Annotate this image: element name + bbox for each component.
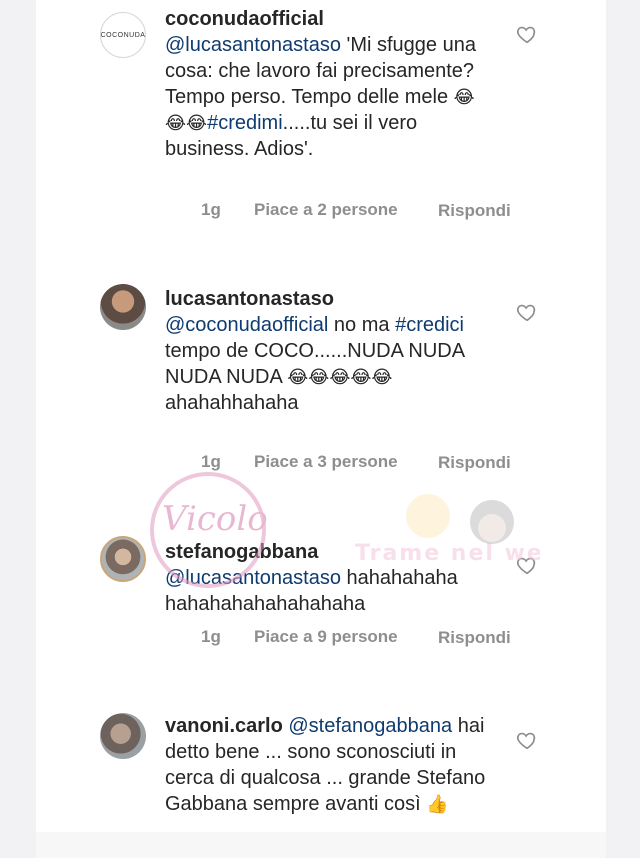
heart-icon[interactable] (516, 23, 538, 45)
likes-count-link[interactable]: Piace a 3 persone (254, 452, 398, 472)
timestamp: 1g (201, 452, 221, 471)
emoji: 😂 (453, 87, 475, 107)
comment-body: vanoni.carlo @stefanogabbana hai detto b… (165, 713, 495, 832)
likes-count-link[interactable]: Piace a 9 persone (254, 627, 398, 647)
reply-button[interactable]: Rispondi (438, 452, 511, 474)
avatar[interactable] (100, 284, 146, 330)
comment-body: stefanogabbana @lucasantonastaso hahahah… (165, 539, 495, 617)
heart-icon[interactable] (516, 301, 538, 323)
mention-link[interactable]: @lucasantonastaso (165, 34, 341, 56)
mention-link[interactable]: @coconudaofficial (165, 314, 328, 336)
comment-body: lucasantonastaso @coconudaofficial no ma… (165, 286, 495, 416)
heart-icon[interactable] (516, 729, 538, 751)
comment-text: ahahahhahaha (165, 392, 299, 414)
heart-icon[interactable] (516, 554, 538, 576)
avatar[interactable] (100, 713, 146, 759)
hashtag-link[interactable]: #credici (395, 314, 464, 336)
likes-count-link[interactable]: Piace a 2 persone (254, 200, 398, 220)
reply-button[interactable]: Rispondi (438, 627, 511, 649)
mention-link[interactable]: @stefanogabbana (288, 715, 452, 737)
mention-link[interactable]: @lucasantonastaso (165, 567, 341, 589)
timestamp: 1g (201, 627, 221, 646)
username-link[interactable]: coconudaofficial (165, 8, 324, 30)
avatar-logo-text: COCONUDA (100, 31, 146, 39)
username-link[interactable]: stefanogabbana (165, 541, 318, 563)
avatar[interactable]: COCONUDA (100, 12, 146, 58)
username-link[interactable]: lucasantonastaso (165, 288, 334, 310)
comment-text: no ma (328, 314, 396, 336)
bottom-bar (36, 832, 606, 858)
timestamp: 1g (201, 200, 221, 219)
emoji: 👍 (426, 794, 449, 814)
emoji: 😂😂😂😂😂 (287, 367, 393, 387)
hashtag-link[interactable]: #credimi (207, 112, 283, 134)
avatar[interactable] (100, 536, 146, 582)
username-link[interactable]: vanoni.carlo (165, 715, 283, 737)
emoji: 😂😂 (165, 113, 208, 133)
reply-button[interactable]: Rispondi (438, 200, 511, 222)
comment-body: coconudaofficial @lucasantonastaso 'Mi s… (165, 6, 495, 162)
